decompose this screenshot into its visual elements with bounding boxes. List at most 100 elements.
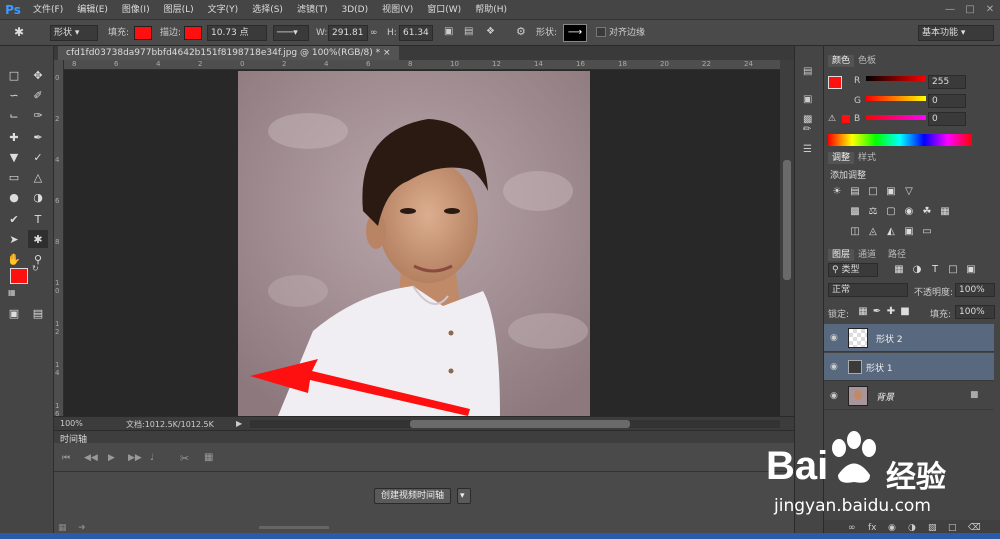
opacity-field[interactable]: 100%: [955, 283, 995, 297]
transition-icon[interactable]: ▦: [204, 452, 213, 463]
restore-icon[interactable]: □: [960, 0, 980, 20]
menu-image[interactable]: 图像(I): [115, 0, 157, 20]
menu-3d[interactable]: 3D(D): [334, 0, 375, 20]
align-edges-checkbox[interactable]: [596, 27, 606, 37]
minimize-icon[interactable]: —: [940, 0, 960, 20]
timeline-zoom-slider[interactable]: [259, 526, 329, 529]
path-ops-icon[interactable]: ▣: [444, 26, 453, 37]
brightness-icon[interactable]: ☀: [830, 186, 844, 198]
levels-icon[interactable]: ▤: [848, 186, 862, 198]
b-slider[interactable]: [866, 115, 926, 120]
horizontal-scrollbar[interactable]: [250, 420, 780, 428]
menu-view[interactable]: 视图(V): [375, 0, 420, 20]
move-tool-icon[interactable]: ✥: [28, 66, 48, 84]
next-frame-icon[interactable]: ▶▶: [128, 453, 142, 463]
clone-stamp-tool-icon[interactable]: ▼: [4, 148, 24, 166]
audio-icon[interactable]: ♩: [150, 453, 154, 463]
stroke-swatch[interactable]: [184, 26, 202, 40]
gear-icon[interactable]: ⚙: [516, 25, 526, 38]
default-colors-icon[interactable]: ▦: [8, 288, 16, 297]
blur-tool-icon[interactable]: ●: [4, 188, 24, 206]
foreground-color-swatch[interactable]: [10, 268, 28, 284]
height-field[interactable]: 61.34: [399, 25, 433, 41]
status-menu-arrow-icon[interactable]: ▶: [236, 419, 242, 428]
visibility-eye-icon[interactable]: ◉: [830, 391, 840, 401]
curves-icon[interactable]: □: [866, 186, 880, 198]
path-align-icon[interactable]: ▤: [464, 26, 473, 37]
brush-panel-icon[interactable]: ✏: [803, 124, 811, 135]
g-field[interactable]: 0: [928, 94, 966, 108]
filter-pixel-icon[interactable]: ▦: [892, 264, 906, 276]
hand-tool-icon[interactable]: ✋: [4, 250, 24, 268]
channel-mixer-icon[interactable]: ☘: [920, 206, 934, 218]
quick-select-tool-icon[interactable]: ✐: [28, 86, 48, 104]
filter-adjustment-icon[interactable]: ◑: [910, 264, 924, 276]
invert-icon[interactable]: ◫: [848, 226, 862, 238]
cut-icon[interactable]: ✂: [180, 452, 189, 465]
color-balance-icon[interactable]: ⚖: [866, 206, 880, 218]
filter-shape-icon[interactable]: □: [946, 264, 960, 276]
menu-layer[interactable]: 图层(L): [157, 0, 201, 20]
healing-brush-tool-icon[interactable]: ✚: [4, 128, 24, 146]
convert-icon[interactable]: ➜: [78, 523, 86, 533]
tab-adjustments[interactable]: 调整: [828, 152, 855, 164]
custom-shape-tool-active-icon[interactable]: ✱: [28, 230, 48, 248]
tab-layers[interactable]: 图层: [828, 249, 855, 261]
eyedropper-tool-icon[interactable]: ✑: [28, 106, 48, 124]
timeline-mode-dropdown[interactable]: ▾: [457, 488, 471, 504]
menu-type[interactable]: 文字(Y): [201, 0, 246, 20]
layer-filter-select[interactable]: ⚲ 类型: [828, 263, 878, 277]
marquee-tool-icon[interactable]: □: [4, 66, 24, 84]
close-icon[interactable]: ✕: [980, 0, 1000, 20]
posterize-icon[interactable]: ◬: [866, 226, 880, 238]
zoom-level[interactable]: 100%: [60, 419, 83, 428]
black-white-icon[interactable]: ▢: [884, 206, 898, 218]
close-tab-icon[interactable]: ×: [383, 48, 391, 58]
visibility-eye-icon[interactable]: ◉: [830, 362, 840, 372]
menu-filter[interactable]: 滤镜(T): [290, 0, 335, 20]
photo-canvas[interactable]: [238, 71, 590, 416]
menu-file[interactable]: 文件(F): [26, 0, 70, 20]
swap-colors-icon[interactable]: ↻: [32, 264, 39, 273]
brush-tool-icon[interactable]: ✒: [28, 128, 48, 146]
threshold-icon[interactable]: ◭: [884, 226, 898, 238]
workspace-select[interactable]: 基本功能 ▾: [918, 25, 994, 41]
selective-color-icon[interactable]: ▣: [902, 226, 916, 238]
stroke-type-select[interactable]: ───▾: [273, 25, 309, 41]
link-icon[interactable]: ∞: [370, 28, 378, 38]
stroke-width-field[interactable]: 10.73 点: [207, 25, 267, 41]
gradient-map-icon[interactable]: ▭: [920, 226, 934, 238]
visibility-eye-icon[interactable]: ◉: [830, 333, 840, 343]
screen-mode-icon[interactable]: ▤: [28, 304, 48, 322]
history-panel-icon[interactable]: ▤: [803, 66, 812, 77]
document-tab[interactable]: cfd1fd03738da977bbfd4642b151f8198718e34f…: [58, 46, 399, 60]
tab-styles[interactable]: 样式: [854, 152, 880, 164]
lock-position-icon[interactable]: ✚: [884, 306, 898, 318]
shape-picker[interactable]: ⟶: [563, 24, 587, 42]
prev-frame-icon[interactable]: ◀◀: [84, 453, 98, 463]
menu-edit[interactable]: 编辑(E): [70, 0, 115, 20]
menu-select[interactable]: 选择(S): [245, 0, 290, 20]
gamut-warning-icon[interactable]: ⚠: [828, 114, 836, 124]
eraser-tool-icon[interactable]: ▭: [4, 168, 24, 186]
vertical-scroll-thumb[interactable]: [783, 160, 791, 280]
first-frame-icon[interactable]: ⏮: [62, 453, 70, 463]
dodge-tool-icon[interactable]: ◑: [28, 188, 48, 206]
create-video-timeline-button[interactable]: 创建视频时间轴: [374, 488, 452, 504]
info-panel-icon[interactable]: ▣: [803, 94, 812, 105]
layer-row-shape2[interactable]: ◉ 形状 2: [824, 324, 994, 352]
lasso-tool-icon[interactable]: ∽: [4, 86, 24, 104]
tab-paths[interactable]: 路径: [884, 249, 910, 261]
b-field[interactable]: 0: [928, 112, 966, 126]
vertical-scrollbar[interactable]: [780, 60, 794, 416]
layer-row-background[interactable]: ◉ 背景 ■: [824, 382, 994, 410]
blend-mode-select[interactable]: 正常: [828, 283, 908, 297]
path-arrange-icon[interactable]: ❖: [486, 26, 495, 37]
tool-presets-icon[interactable]: ☰: [803, 144, 812, 155]
shape-mode-select[interactable]: 形状 ▾: [50, 25, 98, 41]
layer-row-shape1[interactable]: ◉ 形状 1: [824, 353, 994, 381]
fill-swatch[interactable]: [134, 26, 152, 40]
tab-swatches[interactable]: 色板: [854, 55, 880, 67]
exposure-icon[interactable]: ▣: [884, 186, 898, 198]
photo-filter-icon[interactable]: ◉: [902, 206, 916, 218]
